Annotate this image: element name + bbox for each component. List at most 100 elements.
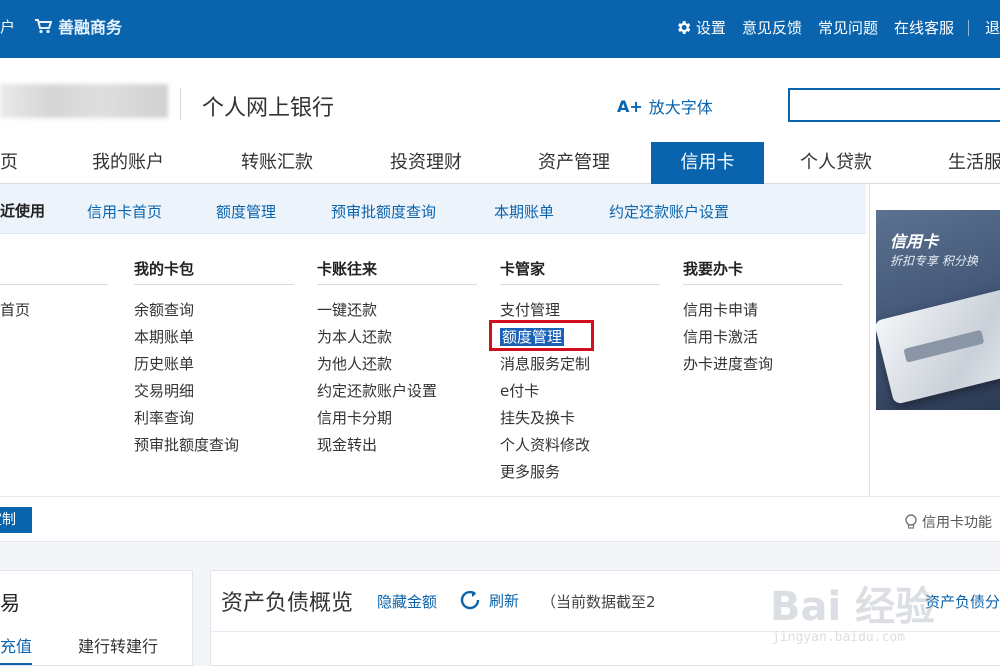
tab-transfer[interactable]: 转账汇款 (241, 142, 313, 184)
column-rule (500, 284, 660, 285)
column-head: 卡账往来 (317, 260, 378, 278)
hide-amount-link[interactable]: 隐藏金额 (377, 591, 437, 612)
card-stripe (903, 329, 985, 363)
header: 个人网上银行 A+ 放大字体 (0, 58, 1000, 142)
watermark-url: jingyan.baidu.com (772, 630, 906, 645)
cart-icon (35, 19, 52, 34)
tab-home[interactable]: 页 (0, 142, 18, 184)
tab-credit-card[interactable]: 信用卡 (651, 142, 764, 184)
bank-logo (0, 84, 168, 118)
menu-item[interactable]: 预审批额度查询 (134, 434, 294, 461)
credit-card-promo-banner[interactable]: 信用卡 折扣专享 积分换 (876, 210, 1000, 410)
menu-footer-strip: 定制 信用卡功能 (0, 496, 1000, 542)
feedback-label: 意见反馈 (741, 19, 802, 37)
font-size-icon: A+ (617, 96, 643, 116)
tab-personal-loan[interactable]: 个人贷款 (800, 142, 872, 184)
menu-item[interactable]: 现金转出 (317, 434, 477, 461)
online-service-link[interactable]: 在线客服 (894, 17, 954, 38)
refresh-label: 刷新 (489, 591, 520, 610)
menu-column-card-wallet: 我的卡包 余额查询 本期账单 历史账单 交易明细 利率查询 预审批额度查询 (134, 258, 294, 461)
tab-my-account[interactable]: 我的账户 (92, 142, 164, 184)
refresh-button[interactable]: 刷新 (457, 587, 519, 613)
menu-column-apply-card: 我要办卡 信用卡申请 信用卡激活 办卡进度查询 (683, 258, 843, 380)
promo-title: 信用卡 (890, 232, 939, 251)
settings-label: 设置 (695, 19, 726, 37)
customize-button[interactable]: 定制 (0, 507, 32, 533)
promo-subtitle: 折扣专享 积分换 (890, 254, 978, 268)
main-nav: 页 我的账户 转账汇款 投资理财 资产管理 信用卡 个人贷款 生活服务 (0, 142, 1000, 184)
recent-link-preapproval[interactable]: 预审批额度查询 (331, 201, 436, 222)
menu-item[interactable]: 首页 (0, 299, 108, 326)
credit-card-menu-panel: 近使用 信用卡首页 额度管理 预审批额度查询 本期账单 约定还款账户设置 首页 … (0, 184, 870, 496)
menu-item[interactable]: 交易明细 (134, 380, 294, 407)
menu-item[interactable]: 历史账单 (134, 353, 294, 380)
column-head: 我的卡包 (134, 260, 195, 278)
column-head: 卡管家 (500, 260, 546, 278)
menu-item[interactable]: 个人资料修改 (500, 434, 660, 461)
faq-link[interactable]: 常见问题 (818, 17, 878, 38)
quick-transaction-title: 易 (0, 591, 20, 615)
menu-column-card-manager: 卡管家 支付管理 额度管理 消息服务定制 e付卡 挂失及换卡 个人资料修改 更多… (500, 258, 660, 488)
menu-column-card-transactions: 卡账往来 一键还款 为本人还款 为他人还款 约定还款账户设置 信用卡分期 现金转… (317, 258, 477, 461)
faq-label: 常见问题 (817, 19, 878, 37)
shop-link[interactable]: 善融商务 (34, 14, 122, 38)
recent-link-bill[interactable]: 本期账单 (494, 201, 554, 222)
recent-link-limit[interactable]: 额度管理 (216, 201, 276, 222)
menu-item[interactable]: 本期账单 (134, 326, 294, 353)
menu-item[interactable]: e付卡 (500, 380, 660, 407)
menu-item[interactable]: 信用卡申请 (683, 299, 843, 326)
refresh-icon (460, 590, 480, 610)
watermark: Bai 经验 jingyan.baidu.com (770, 560, 1000, 660)
column-rule (683, 284, 843, 285)
recent-use-bar: 近使用 信用卡首页 额度管理 预审批额度查询 本期账单 约定还款账户设置 (0, 184, 866, 234)
search-input[interactable] (788, 88, 1000, 122)
menu-item[interactable]: 消息服务定制 (500, 353, 660, 380)
tab-life-service[interactable]: 生活服务 (948, 142, 1000, 184)
logout-link[interactable]: 退 (985, 17, 1000, 38)
tab-top-up[interactable]: 充值 (0, 633, 33, 665)
recent-link-card-home[interactable]: 信用卡首页 (87, 201, 162, 222)
card-image (876, 285, 1000, 405)
menu-item[interactable]: 办卡进度查询 (683, 353, 843, 380)
tip-label: 信用卡功能 (922, 515, 992, 531)
menu-item[interactable]: 挂失及换卡 (500, 407, 660, 434)
menu-item[interactable]: 信用卡激活 (683, 326, 843, 353)
menu-item[interactable]: 利率查询 (134, 407, 294, 434)
column-rule (134, 284, 294, 285)
lightbulb-icon (905, 514, 917, 529)
tab-assets[interactable]: 资产管理 (538, 142, 610, 184)
shop-label: 善融商务 (58, 18, 123, 37)
menu-item[interactable]: 信用卡分期 (317, 407, 477, 434)
menu-item[interactable]: 一键还款 (317, 299, 477, 326)
top-left-link[interactable]: 户 (0, 16, 15, 37)
asset-overview-title: 资产负债概览 (221, 591, 354, 616)
gear-icon (678, 21, 691, 34)
header-divider (180, 88, 181, 120)
recent-use-label: 近使用 (0, 202, 46, 220)
highlight-box (489, 320, 594, 351)
site-title: 个人网上银行 (202, 96, 335, 121)
column-head (0, 258, 108, 284)
quick-transaction-card: 易 充值 建行转建行 (0, 570, 193, 666)
menu-item[interactable]: 更多服务 (500, 461, 660, 488)
tab-ccb-transfer[interactable]: 建行转建行 (78, 633, 158, 657)
settings-link[interactable]: 设置 (675, 17, 726, 38)
enlarge-font-label: 放大字体 (648, 98, 713, 117)
top-right-links: 设置 意见反馈 常见问题 在线客服 退 (659, 17, 1000, 38)
watermark-logo: Bai 经验 (770, 584, 936, 630)
tab-investment[interactable]: 投资理财 (390, 142, 462, 184)
online-service-label: 在线客服 (893, 19, 954, 37)
topbar-divider (967, 19, 969, 36)
enlarge-font-button[interactable]: A+ 放大字体 (617, 94, 713, 118)
recent-link-repay-account[interactable]: 约定还款账户设置 (609, 201, 729, 222)
menu-item[interactable]: 余额查询 (134, 299, 294, 326)
menu-item[interactable]: 为他人还款 (317, 353, 477, 380)
data-as-of-note: （当前数据截至2 (541, 593, 656, 611)
menu-item[interactable]: 为本人还款 (317, 326, 477, 353)
credit-card-function-tip[interactable]: 信用卡功能 (904, 512, 992, 532)
menu-item[interactable]: 约定还款账户设置 (317, 380, 477, 407)
feedback-link[interactable]: 意见反馈 (742, 17, 802, 38)
column-rule (0, 284, 108, 285)
column-rule (317, 284, 477, 285)
menu-column-0: 首页 (0, 258, 108, 326)
